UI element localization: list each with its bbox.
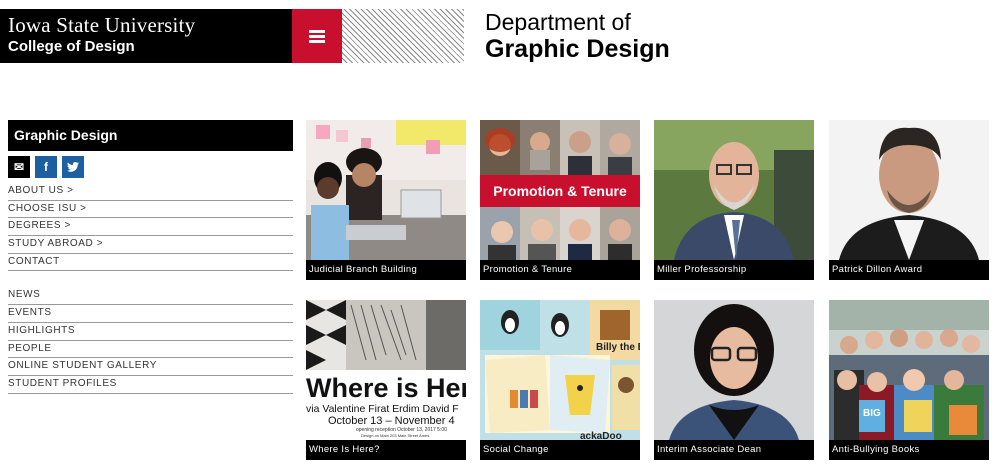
nav-item-choose-isu[interactable]: CHOOSE ISU > (8, 201, 293, 219)
tile-caption: Anti-Bullying Books (829, 440, 989, 460)
nav-item-events[interactable]: EVENTS (8, 305, 293, 323)
social-links: ✉ f (8, 156, 293, 178)
tile-judicial-branch-building[interactable]: Judicial Branch Building (306, 120, 466, 280)
tile-overlay-text: Promotion & Tenure (493, 183, 627, 199)
nav-item-contact[interactable]: CONTACT (8, 254, 293, 272)
tile-image (829, 120, 989, 260)
tile-caption: Judicial Branch Building (306, 260, 466, 280)
menu-button[interactable] (292, 9, 342, 63)
highlights-grid: Judicial Branch Building Promotion & Ten… (306, 120, 990, 462)
tile-caption: Social Change (480, 440, 640, 460)
tile-image: Promotion & Tenure (480, 120, 640, 260)
hamburger-icon (309, 29, 325, 43)
tile-caption: Patrick Dillon Award (829, 260, 989, 280)
decorative-hatch-pattern (342, 9, 464, 63)
nav-item-people[interactable]: PEOPLE (8, 341, 293, 359)
twitter-icon[interactable] (62, 156, 84, 178)
book-label: Billy the Be (596, 342, 640, 353)
tile-caption: Promotion & Tenure (480, 260, 640, 280)
mail-icon[interactable]: ✉ (8, 156, 30, 178)
nav-item-highlights[interactable]: HIGHLIGHTS (8, 323, 293, 341)
tile-image: Billy the Be ackaDoo (480, 300, 640, 440)
university-name-text: Iowa State University (8, 13, 196, 37)
facebook-icon[interactable]: f (35, 156, 57, 178)
poster-dates: October 13 – November 4 (328, 415, 455, 427)
poster-location: Design on Main 203 Main Street Ames (361, 433, 429, 438)
tile-image (654, 120, 814, 260)
tile-interim-associate-dean[interactable]: Interim Associate Dean (654, 300, 814, 460)
sidebar: Graphic Design ✉ f ABOUT US > CHOOSE ISU… (8, 120, 293, 394)
nav-item-online-student-gallery[interactable]: ONLINE STUDENT GALLERY (8, 358, 293, 376)
tile-where-is-here[interactable]: Where is Her via Valentine Firat Erdim D… (306, 300, 466, 460)
tile-caption: Interim Associate Dean (654, 440, 814, 460)
isu-logo[interactable]: Iowa State University College of Design (0, 9, 292, 63)
university-name: Iowa State University (8, 13, 292, 37)
poster-names: via Valentine Firat Erdim David F (306, 403, 459, 415)
tile-miller-professorship[interactable]: Miller Professorship (654, 120, 814, 280)
primary-nav: ABOUT US > CHOOSE ISU > DEGREES > STUDY … (8, 183, 293, 272)
secondary-nav: NEWS EVENTS HIGHLIGHTS PEOPLE ONLINE STU… (8, 287, 293, 394)
nav-item-degrees[interactable]: DEGREES > (8, 218, 293, 237)
tile-social-change[interactable]: Billy the Be ackaDoo Social Change (480, 300, 640, 460)
book-title: BIG (863, 408, 881, 419)
tile-caption: Where Is Here? (306, 440, 466, 460)
nav-item-study-abroad[interactable]: STUDY ABROAD > (8, 236, 293, 254)
nav-item-about-us[interactable]: ABOUT US > (8, 183, 293, 201)
tile-image: Where is Her via Valentine Firat Erdim D… (306, 300, 466, 440)
tile-image (306, 120, 466, 260)
poster-title: Where is Her (306, 373, 466, 403)
college-name: College of Design (8, 38, 135, 55)
nav-item-news[interactable]: NEWS (8, 287, 293, 306)
book-bottom-text: ackaDoo (580, 431, 622, 440)
nav-item-student-profiles[interactable]: STUDENT PROFILES (8, 376, 293, 394)
sidebar-title[interactable]: Graphic Design (8, 120, 293, 151)
tile-caption: Miller Professorship (654, 260, 814, 280)
department-title-line2: Graphic Design (485, 35, 670, 63)
tile-anti-bullying-books[interactable]: BIG Anti-Bullying Books (829, 300, 989, 460)
tile-promotion-tenure[interactable]: Promotion & Tenure Promotion & Tenure (480, 120, 640, 280)
tile-patrick-dillon-award[interactable]: Patrick Dillon Award (829, 120, 989, 280)
tile-image: BIG (829, 300, 989, 440)
department-title[interactable]: Department of Graphic Design (485, 9, 670, 63)
tile-image (654, 300, 814, 440)
department-title-line1: Department of (485, 9, 631, 35)
